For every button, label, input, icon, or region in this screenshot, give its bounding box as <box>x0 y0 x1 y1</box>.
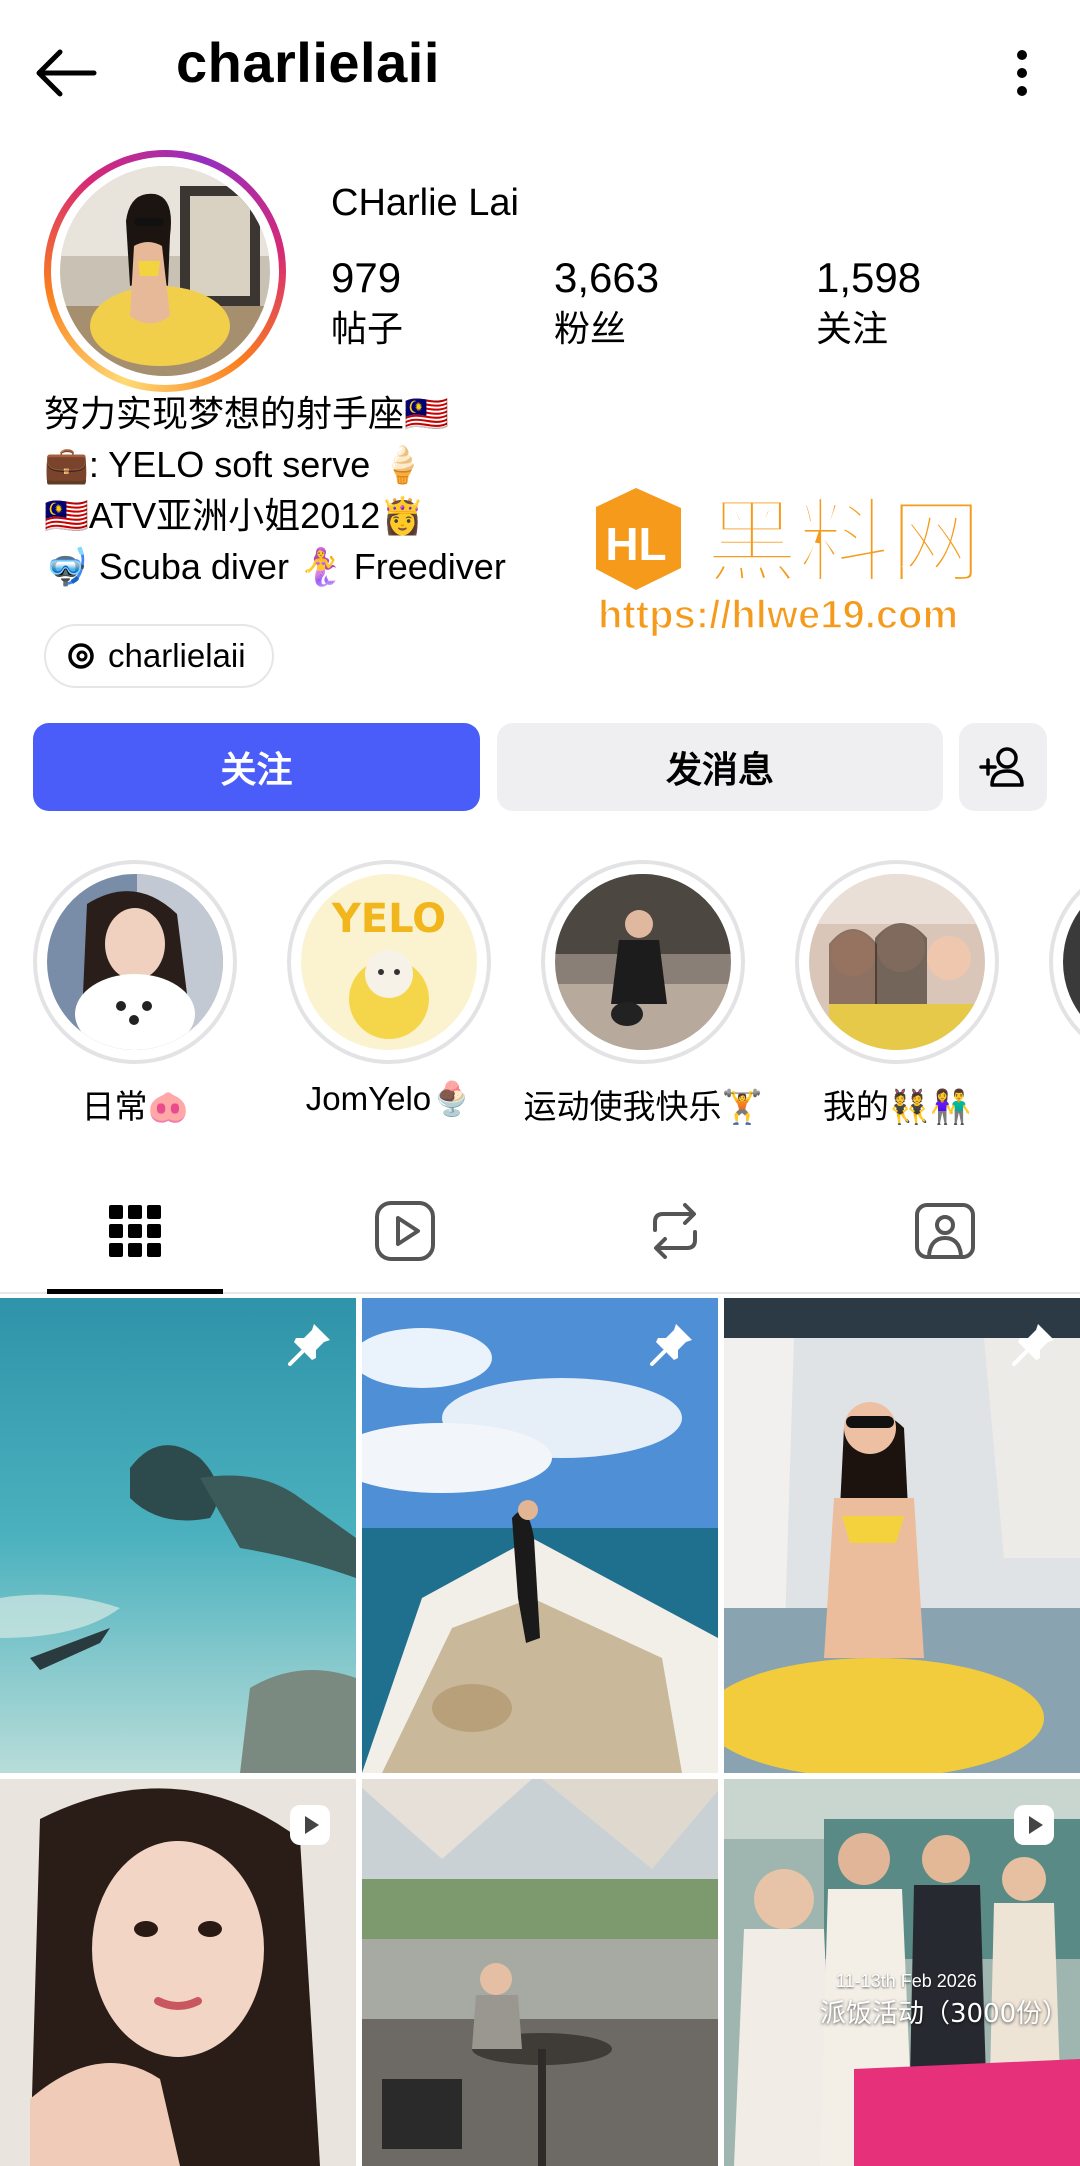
highlight-label: 我的👯👫 <box>822 1088 972 1125</box>
bio-line: 💼: YELO soft serve 🍦 <box>44 444 426 485</box>
bio-line: 🇲🇾ATV亚洲小姐2012👸 <box>44 495 426 536</box>
posts-stat[interactable]: 979 帖子 <box>331 252 403 354</box>
highlight-item[interactable] <box>1021 860 1080 1064</box>
highlight-item[interactable]: 运动使我快乐🏋️ <box>513 860 773 1128</box>
highlight-item[interactable]: 日常🐽 <box>5 860 265 1128</box>
highlight-ring <box>541 860 745 1064</box>
followers-count: 3,663 <box>554 254 660 301</box>
reel-icon <box>1014 1805 1054 1845</box>
following-count: 1,598 <box>816 254 922 301</box>
post-overlay-date: 11-13th Feb 2026 <box>836 1971 977 1991</box>
avatar-gap <box>51 157 279 385</box>
highlight-cover <box>47 874 223 1050</box>
pinned-badge <box>644 1316 700 1372</box>
threads-handle: charlielaii <box>108 637 246 674</box>
tab-reels[interactable] <box>270 1170 540 1292</box>
profile-avatar[interactable] <box>44 150 286 392</box>
bio-line: 努力实现梦想的射手座🇲🇾 <box>44 393 449 434</box>
highlight-ring <box>1049 860 1080 1064</box>
highlight-cover <box>809 874 985 1050</box>
reel-badge <box>282 1797 338 1853</box>
post-thumbnail[interactable] <box>724 1298 1080 1773</box>
posts-label: 帖子 <box>331 309 404 350</box>
followers-stat[interactable]: 3,663 粉丝 <box>554 252 659 354</box>
bio-line: 🤿 Scuba diver 🧜‍♀️ Freediver <box>44 546 506 587</box>
pinned-badge <box>1006 1316 1062 1372</box>
follow-button[interactable]: 关注 <box>33 723 480 811</box>
vertical-dots-icon <box>1017 50 1027 96</box>
watermark-overlay: HL 黑料网 https://hlwe19.com <box>594 478 1056 648</box>
tagged-icon <box>915 1203 975 1259</box>
highlight-ring <box>795 860 999 1064</box>
pin-icon <box>650 1324 692 1366</box>
tab-reposts[interactable] <box>540 1170 810 1292</box>
message-button[interactable]: 发消息 <box>497 723 943 811</box>
back-button[interactable] <box>28 40 104 106</box>
svg-text:HL: HL <box>605 518 666 570</box>
post-thumbnail[interactable] <box>362 1298 718 1773</box>
post-thumbnail[interactable] <box>0 1298 356 1773</box>
top-bar: charlielaii <box>0 0 1080 150</box>
highlight-item[interactable]: 我的👯👫 <box>767 860 1027 1128</box>
posts-count: 979 <box>331 254 402 301</box>
reposts-icon <box>653 1203 697 1259</box>
profile-tabs <box>0 1170 1080 1294</box>
following-stat[interactable]: 1,598 关注 <box>816 252 921 354</box>
highlight-cover <box>1063 874 1080 1050</box>
pinned-badge <box>282 1316 338 1372</box>
more-options-button[interactable] <box>992 40 1052 106</box>
grid-icon <box>109 1205 161 1257</box>
svg-text:YELO: YELO <box>331 896 446 942</box>
highlight-cover <box>555 874 731 1050</box>
highlight-label: 日常🐽 <box>81 1088 189 1125</box>
post-thumbnail[interactable]: 11-13th Feb 2026 派饭活动（3000份） <box>724 1779 1080 2166</box>
followers-label: 粉丝 <box>554 309 627 350</box>
profile-username-title: charlielaii <box>176 31 440 94</box>
display-name: CHarlie Lai <box>331 182 519 224</box>
highlight-label: JomYelo🍨 <box>305 1080 473 1117</box>
reel-icon <box>290 1805 330 1845</box>
following-label: 关注 <box>816 309 889 350</box>
tab-posts[interactable] <box>0 1170 270 1294</box>
profile-bio: 努力实现梦想的射手座🇲🇾 💼: YELO soft serve 🍦 🇲🇾ATV亚… <box>44 388 604 592</box>
pin-icon <box>288 1324 330 1366</box>
avatar-photo <box>60 166 270 376</box>
watermark-url: https://hlwe19.com <box>598 593 958 637</box>
post-thumbnail[interactable] <box>0 1779 356 2166</box>
reel-badge <box>1006 1797 1062 1853</box>
add-person-icon <box>979 747 1024 787</box>
highlight-cover: YELO <box>301 874 477 1050</box>
post-thumbnail[interactable] <box>362 1779 718 2166</box>
suggested-users-button[interactable] <box>959 723 1047 811</box>
reels-icon <box>375 1201 435 1261</box>
highlight-item[interactable]: YELO JomYelo🍨 <box>259 860 519 1119</box>
profile-page: charlielaii CHarlie Lai 979 帖子 3,663 粉丝 … <box>0 0 1080 2166</box>
threads-icon <box>68 643 94 669</box>
tab-tagged[interactable] <box>810 1170 1080 1292</box>
story-highlights: 日常🐽 YELO JomYelo🍨 运动使我快乐🏋️ 我的👯👫 <box>0 860 1080 1125</box>
watermark-logo-icon: HL 黑料网 https://hlwe19.com <box>594 488 983 638</box>
threads-link-chip[interactable]: charlielaii <box>44 624 274 688</box>
highlight-ring: YELO <box>287 860 491 1064</box>
watermark-logo-text: 黑料网 <box>706 489 982 596</box>
pin-icon <box>1012 1324 1054 1366</box>
post-overlay-text: 派饭活动（3000份） <box>820 1999 1069 2029</box>
highlight-label: 运动使我快乐🏋️ <box>523 1088 763 1125</box>
back-arrow-icon <box>36 49 97 97</box>
active-tab-indicator <box>47 1289 223 1294</box>
highlight-ring <box>33 860 237 1064</box>
